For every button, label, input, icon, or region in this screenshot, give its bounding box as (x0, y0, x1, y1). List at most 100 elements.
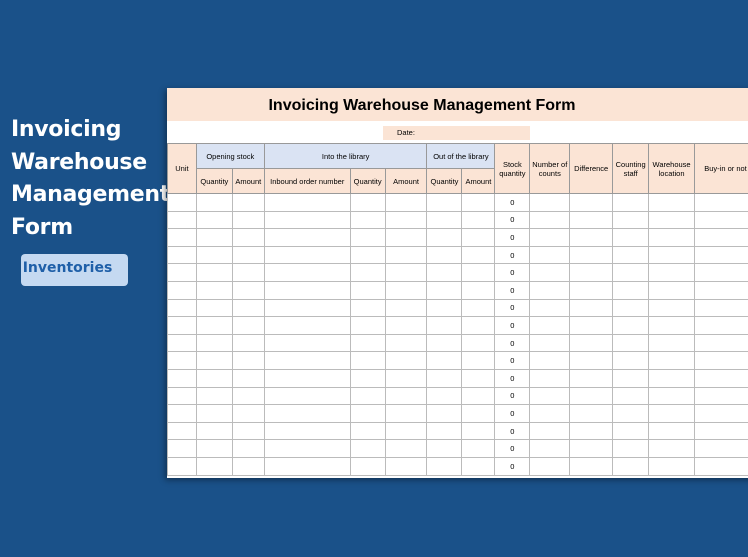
table-cell[interactable] (384, 280, 428, 300)
table-cell[interactable] (167, 421, 197, 441)
table-cell[interactable] (195, 316, 233, 335)
table-cell[interactable] (529, 386, 571, 406)
table-cell[interactable] (167, 298, 197, 318)
table-cell[interactable] (529, 245, 571, 265)
table-cell[interactable] (612, 368, 650, 388)
table-cell[interactable] (569, 316, 614, 335)
table-cell[interactable] (167, 210, 197, 230)
table-cell[interactable] (384, 245, 428, 265)
table-cell[interactable] (612, 316, 650, 335)
table-cell[interactable] (648, 421, 696, 441)
table-cell[interactable] (569, 351, 614, 370)
table-cell[interactable] (461, 439, 496, 458)
table-cell[interactable] (231, 316, 265, 335)
table-cell[interactable] (529, 439, 571, 458)
table-cell[interactable] (694, 263, 748, 282)
table-cell[interactable] (612, 333, 650, 353)
table-cell[interactable] (461, 316, 496, 335)
table-cell[interactable] (195, 439, 233, 458)
table-cell[interactable] (529, 280, 571, 300)
table-cell[interactable] (461, 421, 496, 441)
table-cell[interactable] (349, 421, 386, 441)
table-cell[interactable] (569, 228, 614, 247)
table-cell[interactable] (426, 316, 463, 335)
table-cell[interactable] (384, 298, 428, 318)
table-cell[interactable] (426, 210, 463, 230)
stock-quantity-cell[interactable]: 0 (494, 245, 531, 265)
table-cell[interactable] (384, 333, 428, 353)
table-cell[interactable] (195, 368, 233, 388)
table-cell[interactable] (349, 316, 386, 335)
table-cell[interactable] (167, 386, 197, 406)
table-cell[interactable] (167, 368, 197, 388)
table-cell[interactable] (612, 404, 650, 423)
table-cell[interactable] (384, 263, 428, 282)
table-cell[interactable] (384, 439, 428, 458)
table-cell[interactable] (648, 280, 696, 300)
table-cell[interactable] (648, 263, 696, 282)
table-cell[interactable] (529, 193, 571, 212)
table-cell[interactable] (569, 298, 614, 318)
date-field[interactable]: Date: (383, 126, 530, 140)
table-cell[interactable] (195, 421, 233, 441)
table-cell[interactable] (694, 210, 748, 230)
stock-quantity-cell[interactable]: 0 (494, 210, 531, 230)
stock-quantity-cell[interactable]: 0 (494, 368, 531, 388)
table-cell[interactable] (461, 386, 496, 406)
table-cell[interactable] (612, 210, 650, 230)
table-cell[interactable] (426, 421, 463, 441)
table-cell[interactable] (648, 404, 696, 423)
table-cell[interactable] (426, 228, 463, 247)
table-cell[interactable] (195, 210, 233, 230)
table-cell[interactable] (349, 404, 386, 423)
stock-quantity-cell[interactable]: 0 (494, 298, 531, 318)
table-cell[interactable] (694, 316, 748, 335)
table-cell[interactable] (231, 210, 265, 230)
table-cell[interactable] (694, 280, 748, 300)
table-cell[interactable] (426, 193, 463, 212)
table-cell[interactable] (461, 333, 496, 353)
table-cell[interactable] (195, 298, 233, 318)
table-cell[interactable] (648, 456, 696, 476)
table-cell[interactable] (648, 193, 696, 212)
stock-quantity-cell[interactable]: 0 (494, 333, 531, 353)
table-cell[interactable] (349, 333, 386, 353)
table-cell[interactable] (349, 386, 386, 406)
table-cell[interactable] (529, 368, 571, 388)
table-cell[interactable] (384, 193, 428, 212)
table-cell[interactable] (231, 439, 265, 458)
table-cell[interactable] (349, 280, 386, 300)
table-cell[interactable] (529, 404, 571, 423)
stock-quantity-cell[interactable]: 0 (494, 228, 531, 247)
table-cell[interactable] (263, 193, 351, 212)
table-cell[interactable] (569, 386, 614, 406)
table-cell[interactable] (612, 421, 650, 441)
stock-quantity-cell[interactable]: 0 (494, 404, 531, 423)
table-cell[interactable] (349, 368, 386, 388)
table-cell[interactable] (167, 228, 197, 247)
table-cell[interactable] (648, 245, 696, 265)
table-cell[interactable] (263, 368, 351, 388)
stock-quantity-cell[interactable]: 0 (494, 456, 531, 476)
table-cell[interactable] (569, 245, 614, 265)
table-cell[interactable] (461, 456, 496, 476)
table-cell[interactable] (569, 368, 614, 388)
table-cell[interactable] (349, 210, 386, 230)
stock-quantity-cell[interactable]: 0 (494, 351, 531, 370)
table-cell[interactable] (195, 333, 233, 353)
table-cell[interactable] (461, 210, 496, 230)
table-cell[interactable] (231, 263, 265, 282)
table-cell[interactable] (231, 193, 265, 212)
table-cell[interactable] (612, 439, 650, 458)
table-cell[interactable] (694, 368, 748, 388)
table-cell[interactable] (529, 456, 571, 476)
table-cell[interactable] (167, 280, 197, 300)
table-cell[interactable] (384, 456, 428, 476)
table-cell[interactable] (195, 456, 233, 476)
stock-quantity-cell[interactable]: 0 (494, 386, 531, 406)
table-cell[interactable] (648, 210, 696, 230)
table-cell[interactable] (569, 210, 614, 230)
table-cell[interactable] (694, 404, 748, 423)
table-cell[interactable] (612, 280, 650, 300)
table-cell[interactable] (612, 263, 650, 282)
